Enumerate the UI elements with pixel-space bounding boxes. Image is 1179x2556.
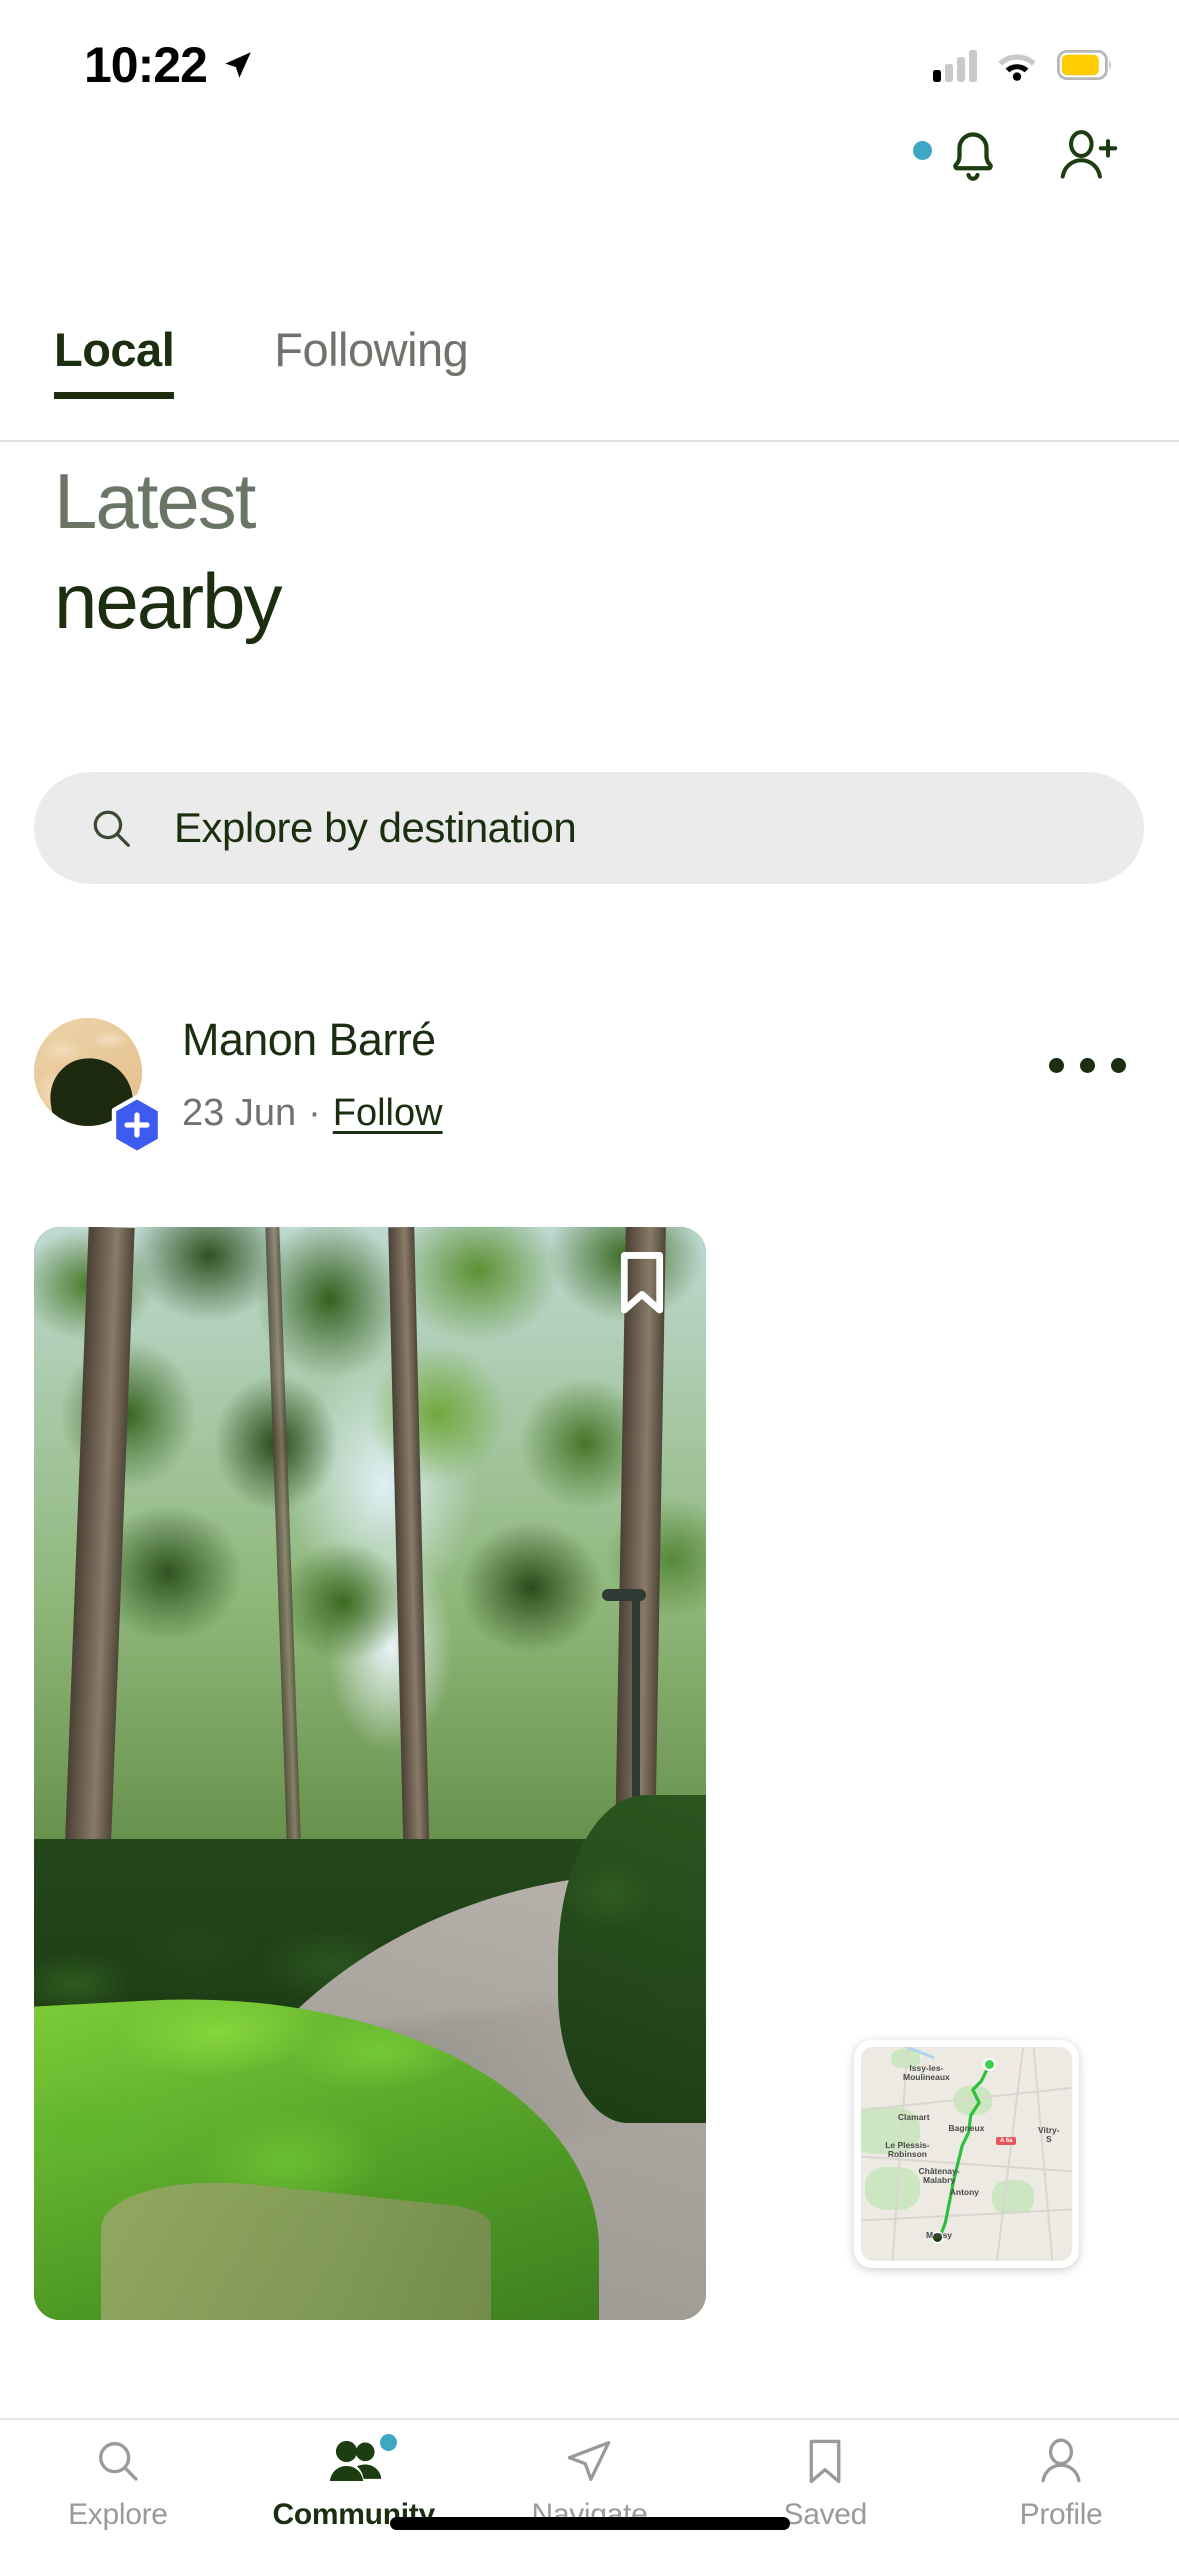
status-bar-left: 10:22	[84, 36, 255, 94]
plus-hexagon-badge-icon	[111, 1094, 163, 1156]
bottom-navigation: Explore Community Navigate Saved Profile	[0, 2418, 1179, 2556]
feed-tabs: Local Following	[0, 322, 1179, 442]
add-user-icon	[1060, 129, 1118, 178]
post-header: Manon Barré 23 Jun · Follow	[34, 1010, 1144, 1160]
people-icon	[329, 2440, 381, 2481]
wifi-icon	[998, 54, 1036, 81]
page-title-line1: Latest	[54, 457, 256, 545]
status-bar-clock: 10:22	[84, 37, 208, 93]
more-options-icon	[1049, 1058, 1064, 1073]
tab-following[interactable]: Following	[274, 322, 469, 399]
route-minimap-canvas: Issy-les- Moulineaux Clamart Bagneux Le …	[861, 2047, 1072, 2261]
map-label: Antony	[949, 2187, 980, 2198]
bookmark-icon	[620, 1252, 664, 1314]
notifications-button[interactable]	[913, 127, 1003, 187]
nav-label-saved: Saved	[783, 2498, 868, 2531]
tab-local[interactable]: Local	[54, 322, 175, 399]
cellular-signal-icon	[933, 50, 977, 82]
search-input[interactable]: Explore by destination	[174, 804, 577, 852]
post-meta: 23 Jun · Follow	[182, 1092, 443, 1135]
person-icon	[1041, 2438, 1081, 2483]
follow-button[interactable]: Follow	[333, 1092, 443, 1135]
status-bar: 10:22	[0, 0, 1179, 130]
status-bar-right	[933, 48, 1113, 82]
community-badge-dot	[379, 2434, 397, 2451]
page-title: Latest nearby	[54, 462, 954, 640]
post-author-name[interactable]: Manon Barré	[182, 1014, 436, 1066]
location-arrow-icon	[225, 52, 251, 78]
search-bar[interactable]: Explore by destination	[34, 772, 1144, 884]
tab-following-label: Following	[274, 323, 469, 376]
map-label: Vitry- S	[1037, 2125, 1060, 2145]
page-title-line2: nearby	[54, 557, 283, 645]
post-meta-separator: ·	[308, 1092, 321, 1134]
map-label: Issy-les- Moulineaux	[903, 2063, 950, 2083]
search-icon	[93, 810, 130, 847]
bookmark-icon	[809, 2439, 841, 2484]
post-photo[interactable]	[34, 1227, 706, 2320]
battery-low-power-icon	[1057, 50, 1112, 80]
map-label: Le Plessis- Robinson	[885, 2140, 930, 2160]
nav-label-profile: Profile	[1019, 2498, 1103, 2531]
nav-item-explore[interactable]: Explore	[0, 2436, 236, 2532]
more-options-icon	[1080, 1058, 1095, 1073]
nav-item-profile[interactable]: Profile	[943, 2436, 1179, 2532]
more-options-icon	[1111, 1058, 1126, 1073]
search-icon	[98, 2442, 138, 2481]
home-indicator	[389, 2517, 790, 2530]
highway-shield-label: A 6a	[996, 2136, 1017, 2145]
bookmark-button[interactable]	[616, 1249, 668, 1322]
notifications-badge-dot	[913, 141, 932, 160]
navigation-icon	[568, 2441, 611, 2481]
map-label: Bagneux	[948, 2123, 985, 2134]
map-label: Clamart	[897, 2112, 930, 2123]
more-options-button[interactable]	[1049, 1058, 1126, 1073]
map-label: Châtenay- Malabry	[918, 2165, 960, 2185]
verified-badge	[108, 1094, 166, 1156]
nav-label-explore: Explore	[68, 2498, 168, 2531]
map-label: Massy	[926, 2230, 953, 2241]
add-user-button[interactable]	[1057, 126, 1119, 189]
route-start-marker	[983, 2057, 997, 2071]
tab-local-label: Local	[54, 323, 175, 376]
bell-icon	[953, 132, 993, 181]
app-top-bar	[0, 112, 1179, 202]
post-date: 23 Jun	[182, 1092, 297, 1134]
route-minimap[interactable]: Issy-les- Moulineaux Clamart Bagneux Le …	[854, 2040, 1079, 2268]
